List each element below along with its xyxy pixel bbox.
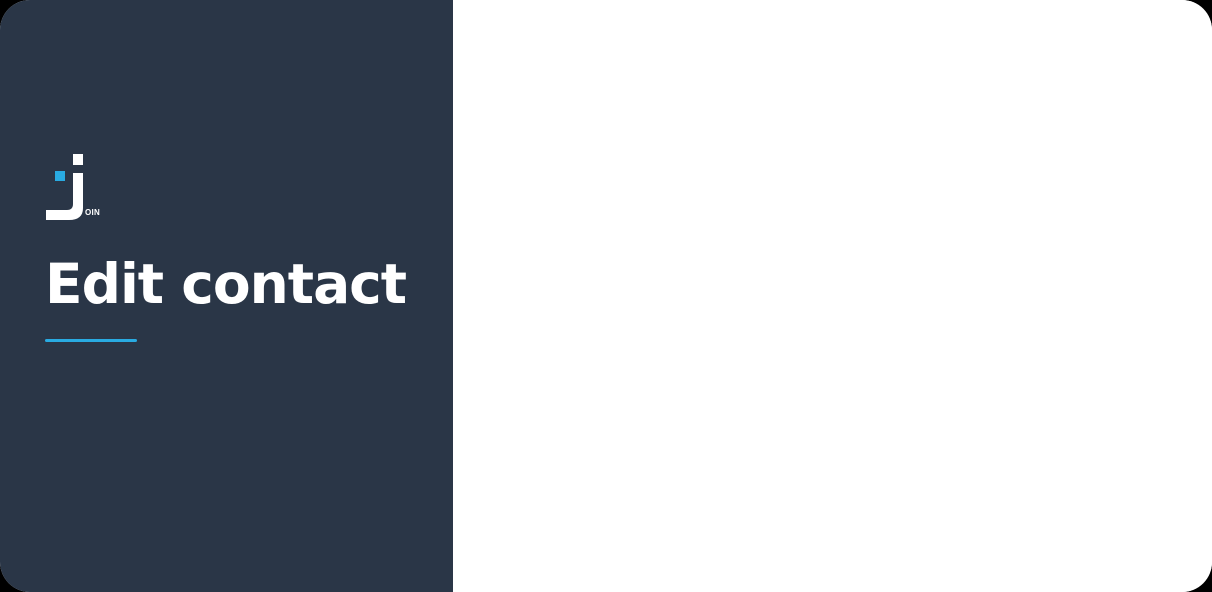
dialog-header-panel: OIN Edit contact (0, 0, 453, 592)
title-underline (45, 339, 137, 342)
dialog-content-panel (453, 0, 1212, 592)
edit-contact-dialog: OIN Edit contact (0, 0, 1212, 592)
join-logo: OIN (45, 154, 105, 222)
page-title: Edit contact (45, 252, 407, 316)
logo-text: OIN (85, 208, 101, 217)
